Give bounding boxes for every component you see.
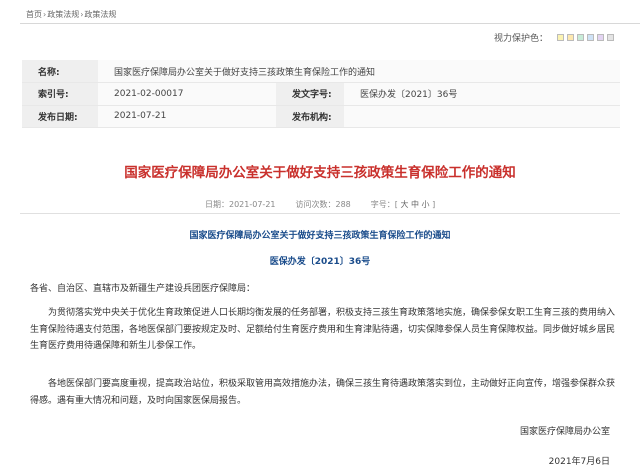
name-value: 国家医疗保障局办公室关于做好支持三孩政策生育保险工作的通知 (98, 60, 620, 83)
font-size-small[interactable]: 小 (422, 200, 430, 209)
eye-protection-label: 视力保护色： (493, 34, 548, 44)
org-key: 发布机构: (276, 105, 344, 128)
date-value: 2021-07-21 (98, 105, 276, 128)
info-row-index: 索引号: 2021-02-00017 发文字号: 医保办发〔2021〕36号 (22, 82, 620, 106)
info-row-name: 名称: 国家医疗保障局办公室关于做好支持三孩政策生育保险工作的通知 (22, 60, 620, 83)
paragraph-2: 各地医保部门要高度重视，提高政治站位，积极采取管用高效措施办法，确保三孩生育待遇… (30, 379, 616, 406)
color-swatch-orange[interactable] (567, 34, 574, 41)
article-title: 国家医疗保障局办公室关于做好支持三孩政策生育保险工作的通知 (124, 165, 516, 181)
info-row-date: 发布日期: 2021-07-21 发布机构: (22, 105, 620, 128)
sign-date: 2021年7月6日 (548, 457, 610, 467)
color-swatch-purple[interactable] (597, 34, 604, 41)
meta-date-label: 日期： (205, 200, 229, 209)
meta-views-label: 访问次数： (295, 200, 336, 209)
breadcrumb-home[interactable]: 首页 (26, 10, 42, 19)
signature: 国家医疗保障局办公室 (519, 427, 610, 437)
color-swatch-gray[interactable] (607, 34, 614, 41)
document-number: 医保办发〔2021〕36号 (269, 257, 371, 267)
paragraph-1: 为贯彻落实党中央关于优化生育政策促进人口长期均衡发展的任务部署，积极支持三孩生育… (30, 308, 616, 352)
meta-font-label: 字号： (370, 200, 395, 209)
date-key: 发布日期: (22, 105, 98, 128)
index-key: 索引号: (22, 82, 98, 106)
inner-title: 国家医疗保障局办公室关于做好支持三孩政策生育保险工作的通知 (189, 231, 451, 241)
eye-protection-color-selector: 视力保护色： (494, 31, 614, 44)
font-size-large[interactable]: 大 (400, 200, 408, 209)
document-info-table: 名称: 国家医疗保障局办公室关于做好支持三孩政策生育保险工作的通知 索引号: 2… (22, 60, 620, 128)
article-meta: 日期：2021-07-21 访问次数：288 字号：[ 大 中 小 ] (205, 199, 435, 210)
color-swatch-green[interactable] (577, 34, 584, 41)
docno-key: 发文字号: (276, 82, 344, 106)
index-value: 2021-02-00017 (98, 82, 276, 106)
meta-font-open: [ (394, 200, 398, 209)
breadcrumb-separator: › (43, 10, 47, 19)
color-swatch-blue[interactable] (587, 34, 594, 41)
name-key: 名称: (22, 60, 98, 83)
addressees: 各省、自治区、直辖市及新疆生产建设兵团医疗保障局： (30, 284, 256, 294)
breadcrumb-separator: › (80, 10, 84, 19)
top-divider (20, 23, 640, 24)
breadcrumb-policy-current[interactable]: 政策法规 (84, 10, 116, 19)
meta-font-close: ] (432, 200, 436, 209)
meta-date: 2021-07-21 (229, 200, 276, 209)
meta-divider (20, 213, 620, 214)
meta-views: 288 (335, 200, 351, 209)
docno-value: 医保办发〔2021〕36号 (344, 82, 620, 106)
breadcrumb: 首页›政策法规›政策法规 (26, 9, 117, 20)
breadcrumb-policy[interactable]: 政策法规 (47, 10, 79, 19)
org-value (344, 105, 620, 128)
font-size-medium[interactable]: 中 (411, 200, 419, 209)
color-swatch-yellow[interactable] (557, 34, 564, 41)
